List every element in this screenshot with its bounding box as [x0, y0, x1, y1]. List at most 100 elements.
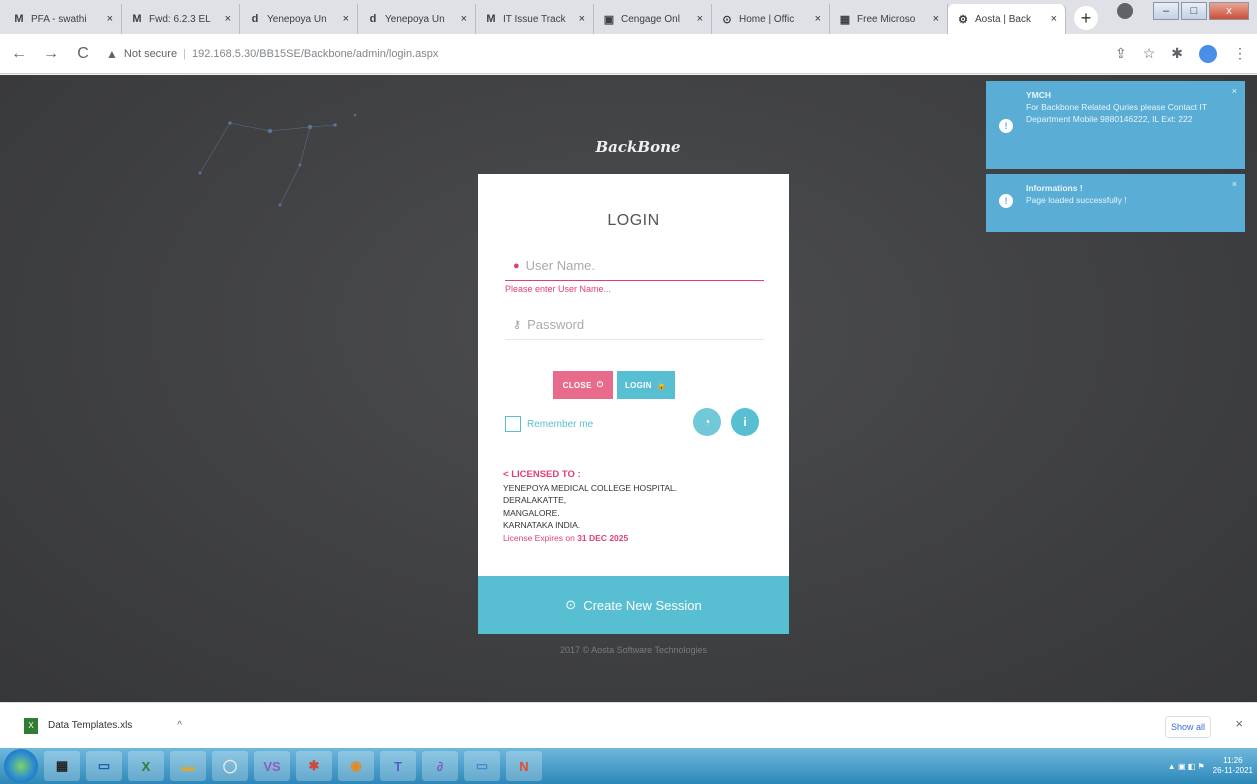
window-close-button[interactable]: x [1209, 2, 1249, 20]
tab-close-icon[interactable]: × [461, 13, 467, 25]
close-button[interactable]: CLOSE ⏻ [553, 371, 613, 399]
back-button[interactable]: ← [10, 45, 28, 63]
share-icon[interactable]: ⇪ [1115, 45, 1127, 62]
taskbar-app-icon[interactable]: ✱ [296, 751, 332, 781]
chevron-up-icon[interactable]: ^ [177, 720, 182, 731]
tab-title: Home | Offic [739, 13, 795, 25]
license-heading-text: LICENSED TO : [511, 469, 581, 480]
clock-time: 11:26 [1223, 756, 1243, 765]
license-expiry-prefix: License Expires on [503, 532, 575, 543]
tab-close-icon[interactable]: × [579, 13, 585, 25]
minimize-button[interactable]: – [1153, 2, 1179, 20]
taskbar-app-icon[interactable]: ◯ [212, 751, 248, 781]
show-all-button[interactable]: Show all [1165, 716, 1211, 738]
notification-toast: ! × Informations ! Page loaded successfu… [986, 174, 1245, 232]
tab-title: Yenepoya Un [267, 13, 327, 25]
tab-title: Aosta | Back [975, 13, 1031, 25]
license-expiry-date: 31 DEC 2025 [577, 532, 629, 543]
security-status[interactable]: Not secure [124, 48, 177, 60]
start-button[interactable] [4, 749, 38, 783]
browser-tab[interactable]: M PFA - swathi × [4, 4, 122, 34]
create-session-button[interactable]: ⊙ Create New Session [478, 576, 789, 634]
download-file-name[interactable]: Data Templates.xls [48, 720, 132, 731]
toast-title: Informations ! [1026, 183, 1083, 193]
taskbar-app-icon[interactable]: ∂ [422, 751, 458, 781]
user-icon: ● [513, 259, 520, 272]
browser-tab[interactable]: d Yenepoya Un × [358, 4, 476, 34]
license-info: < LICENSED TO : YENEPOYA MEDICAL COLLEGE… [503, 469, 677, 544]
taskbar-app-icon[interactable]: X [128, 751, 164, 781]
browser-tab[interactable]: ▣ Cengage Onl × [594, 4, 712, 34]
toast-close-button[interactable]: × [1232, 85, 1237, 97]
tab-favicon-icon: ⚙ [958, 13, 968, 26]
info-icon[interactable]: i [731, 408, 759, 436]
browser-tab[interactable]: ⊙ Home | Offic × [712, 4, 830, 34]
tab-favicon-icon: ▦ [839, 13, 851, 26]
remember-me-checkbox[interactable] [505, 416, 521, 432]
taskbar-app-icon[interactable]: ▬ [170, 751, 206, 781]
maximize-button[interactable]: □ [1181, 2, 1207, 20]
taskbar-app-icon[interactable]: N [506, 751, 542, 781]
avatar[interactable] [1199, 44, 1217, 63]
browser-tab[interactable]: M Fwd: 6.2.3 EL × [122, 4, 240, 34]
tab-favicon-icon: M [14, 13, 24, 25]
address-separator: | [183, 47, 186, 60]
tab-title: IT Issue Track [503, 13, 566, 25]
tab-close-icon[interactable]: × [107, 13, 113, 25]
license-line: YENEPOYA MEDICAL COLLEGE HOSPITAL. [503, 482, 678, 493]
tab-close-icon[interactable]: × [697, 13, 703, 25]
taskbar-app-icon[interactable]: VS [254, 751, 290, 781]
url-text[interactable]: 192.168.5.30/BB15SE/Backbone/admin/login… [192, 48, 438, 60]
reload-button[interactable]: C [74, 45, 92, 63]
tab-favicon-icon: ⊙ [722, 13, 732, 26]
tab-favicon-icon: d [369, 13, 377, 25]
tab-close-icon[interactable]: × [933, 13, 939, 25]
tab-close-icon[interactable]: × [1051, 13, 1057, 25]
download-shelf: X Data Templates.xls ^ Show all × [0, 702, 1257, 748]
menu-icon[interactable]: ⋮ [1233, 45, 1247, 62]
login-button[interactable]: LOGIN 🔓 [617, 371, 675, 399]
remember-me[interactable]: Remember me [505, 416, 593, 432]
password-input[interactable] [527, 317, 728, 332]
forward-button[interactable]: → [42, 45, 60, 63]
excel-file-icon: X [24, 717, 38, 734]
login-card: LOGIN ● Please enter User Name... ⚷ CLOS… [478, 174, 789, 634]
browser-tab[interactable]: ▦ Free Microso × [830, 4, 948, 34]
profile-circle-icon[interactable] [1117, 3, 1133, 19]
close-button-label: CLOSE [562, 380, 592, 390]
browser-tab[interactable]: M IT Issue Track × [476, 4, 594, 34]
tab-list: M PFA - swathi × M Fwd: 6.2.3 EL × d Yenepoya U… [4, 4, 1066, 34]
tab-close-icon[interactable]: × [343, 13, 349, 25]
unlock-icon: 🔓 [656, 380, 668, 390]
constellation-decoration [198, 113, 357, 207]
tab-close-icon[interactable]: × [225, 13, 231, 25]
close-icon[interactable]: × [1235, 716, 1243, 731]
remember-me-label: Remember me [527, 418, 594, 430]
license-line: MANGALORE. [503, 507, 560, 518]
warning-icon[interactable]: ▲ [106, 47, 118, 61]
browser-tab[interactable]: ⚙ Aosta | Back × [948, 4, 1066, 34]
taskbar: ▦ ▭ X ▬ ◯ VS ✱ ◉ T ∂ ▭ N ▲ ▣ ◧ ⚑ 11:26 26-11-2021 [0, 748, 1257, 784]
tab-close-icon[interactable]: × [815, 13, 821, 25]
taskbar-app-icon[interactable]: ▭ [86, 751, 122, 781]
toast-close-button[interactable]: × [1232, 178, 1237, 190]
copyright-footer: 2017 © Aosta Software Technologies [559, 645, 708, 655]
username-input[interactable] [525, 258, 726, 273]
history-icon[interactable]: ◔ [693, 408, 721, 436]
taskbar-app-icon[interactable]: ▦ [44, 751, 80, 781]
taskbar-app-icon[interactable]: T [380, 751, 416, 781]
address-bar[interactable]: ▲ Not secure | 192.168.5.30/BB15SE/Backb… [106, 40, 1101, 68]
tab-title: Fwd: 6.2.3 EL [149, 13, 211, 25]
toast-body: Page loaded successfully ! [1026, 195, 1127, 205]
tray-icons[interactable]: ▲ ▣ ◧ ⚑ [1168, 762, 1205, 771]
power-icon: ⊙ [565, 597, 577, 612]
browser-tab[interactable]: d Yenepoya Un × [240, 4, 358, 34]
taskbar-app-icon[interactable]: ▭ [464, 751, 500, 781]
clock-date: 26-11-2021 [1212, 766, 1253, 775]
extensions-icon[interactable]: ✱ [1171, 45, 1183, 62]
taskbar-app-icon[interactable]: ◉ [338, 751, 374, 781]
clock[interactable]: 11:26 26-11-2021 [1213, 756, 1253, 776]
star-icon[interactable]: ☆ [1143, 45, 1156, 62]
new-tab-button[interactable]: + [1074, 6, 1098, 30]
browser-toolbar: ← → C ▲ Not secure | 192.168.5.30/BB15SE… [0, 34, 1257, 74]
